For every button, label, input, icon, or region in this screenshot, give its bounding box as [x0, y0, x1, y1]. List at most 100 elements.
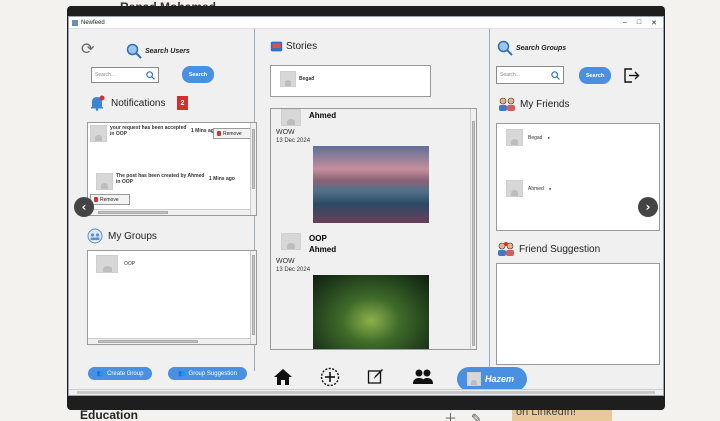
search-users-placeholder: Search... — [95, 72, 116, 78]
add-post-icon[interactable] — [320, 367, 340, 387]
friends-icon — [499, 97, 515, 111]
maximize-icon[interactable]: □ — [637, 19, 641, 27]
bell-icon — [91, 95, 105, 111]
remove-notification-button[interactable]: Remove — [90, 194, 130, 205]
trash-icon — [217, 131, 221, 136]
avatar — [280, 71, 296, 87]
create-group-button[interactable]: 👥 Create Group — [88, 367, 152, 380]
search-users-input[interactable]: Search... — [91, 67, 159, 83]
stories-icon — [270, 41, 283, 52]
my-groups-title: My Groups — [108, 230, 157, 242]
notifications-panel: your request has been accepted in OOP 1 … — [87, 122, 257, 216]
post-meta: OOP Ahmed — [309, 234, 336, 254]
search-icon — [551, 70, 560, 80]
group-avatar — [96, 255, 118, 273]
app-icon — [72, 19, 78, 26]
search-users-label: Search Users — [145, 47, 190, 55]
friend-item[interactable]: Begad ● — [506, 129, 550, 146]
post-image[interactable] — [313, 146, 429, 223]
my-friends-title: My Friends — [520, 98, 570, 110]
post-date: 13 Dec 2024 — [276, 138, 311, 144]
notifications-hscrollbar[interactable] — [88, 209, 250, 215]
post-text: WOW — [276, 258, 295, 265]
search-users-header: Search Users — [126, 43, 190, 59]
notifications-count-badge: 2 — [177, 96, 188, 110]
notification-item: The post has been created by Ahmed in OO… — [96, 173, 235, 190]
groups-scrollbar[interactable] — [250, 251, 256, 344]
window-hscrollbar[interactable] — [69, 389, 663, 395]
my-groups-panel: OOP — [87, 250, 257, 345]
trash-icon — [94, 197, 98, 202]
search-groups-button[interactable]: Search — [579, 67, 611, 84]
carousel-prev-button[interactable]: ‹ — [74, 197, 94, 217]
notifications-scrollbar[interactable] — [250, 123, 256, 215]
groups-icon — [87, 228, 103, 244]
avatar — [506, 180, 523, 197]
post-date: 13 Dec 2024 — [276, 267, 311, 273]
groups-hscrollbar[interactable] — [88, 338, 250, 344]
search-icon — [497, 40, 513, 56]
friend-suggestion-panel — [496, 263, 660, 365]
search-icon — [146, 70, 155, 80]
group-item[interactable]: OOP — [96, 255, 135, 273]
newfeed-window: Newfeed – □ ✕ ⟳ Search Users Search... S… — [68, 16, 664, 396]
friend-item[interactable]: Ahmed ● — [506, 180, 551, 197]
minimize-icon[interactable]: – — [623, 19, 627, 27]
post-header: Ahmed — [281, 109, 336, 126]
story-name: Begad — [299, 76, 315, 82]
avatar — [281, 109, 301, 126]
refresh-icon[interactable]: ⟳ — [81, 39, 94, 58]
logout-icon[interactable] — [623, 67, 640, 84]
feed-panel: Ahmed WOW 13 Dec 2024 OOP Ahmed WOW 13 D… — [270, 108, 477, 350]
online-status-dot: ● — [548, 186, 552, 191]
friend-suggestion-icon — [498, 242, 514, 256]
search-groups-label: Search Groups — [516, 44, 567, 52]
search-groups-header: Search Groups — [497, 40, 566, 56]
friends-icon[interactable] — [412, 368, 434, 385]
create-group-label: Create Group — [107, 370, 144, 377]
current-user-name: Hazem — [485, 374, 515, 384]
notifications-title: Notifications — [111, 97, 166, 109]
stories-title: Stories — [286, 41, 318, 52]
avatar — [281, 233, 301, 250]
friends-panel: Begad ● Ahmed ● — [496, 123, 660, 231]
notification-item: your request has been accepted in OOP 1 … — [90, 125, 217, 142]
window-titlebar: Newfeed – □ ✕ — [69, 17, 663, 29]
remove-label: Remove — [223, 130, 242, 137]
group-add-icon: 👥 — [96, 371, 105, 377]
my-friends-header: My Friends — [497, 97, 569, 111]
online-status-dot: ● — [547, 135, 550, 140]
edit-icon[interactable] — [367, 368, 384, 385]
story-item[interactable]: Begad — [280, 71, 314, 87]
avatar — [506, 129, 523, 146]
friend-suggestion-header: Friend Suggestion — [497, 241, 600, 257]
search-icon — [126, 43, 142, 59]
feed-scrollbar[interactable] — [470, 109, 476, 349]
stories-header: Stories — [270, 40, 317, 53]
group-suggestion-button[interactable]: 👥 Group Suggestion — [168, 367, 247, 380]
post-author: Ahmed — [309, 111, 337, 120]
friend-name: Ahmed — [528, 185, 544, 192]
group-search-icon: 👥 — [178, 371, 186, 377]
post-text: WOW — [276, 129, 295, 136]
close-icon[interactable]: ✕ — [651, 19, 657, 27]
search-groups-input[interactable]: Search... — [496, 66, 564, 84]
avatar — [96, 173, 113, 190]
window-title: Newfeed — [81, 19, 105, 26]
notification-text: your request has been accepted in OOP — [110, 125, 187, 137]
group-name: OOP — [124, 261, 136, 267]
notification-text: The post has been created by Ahmed in OO… — [116, 173, 205, 185]
remove-label: Remove — [100, 196, 119, 203]
search-users-button[interactable]: Search — [182, 66, 214, 83]
my-groups-header: My Groups — [87, 228, 157, 244]
remove-notification-button[interactable]: Remove — [213, 128, 251, 139]
home-icon[interactable] — [273, 368, 293, 386]
current-user-button[interactable]: Hazem — [457, 367, 527, 391]
post-author: Ahmed — [309, 245, 337, 254]
post-group: OOP — [309, 234, 327, 243]
post-image[interactable] — [313, 275, 429, 349]
carousel-next-button[interactable]: › — [638, 197, 658, 217]
post-header: OOP Ahmed — [281, 233, 336, 254]
right-column-divider — [489, 29, 490, 371]
stories-panel: Begad — [270, 65, 431, 97]
